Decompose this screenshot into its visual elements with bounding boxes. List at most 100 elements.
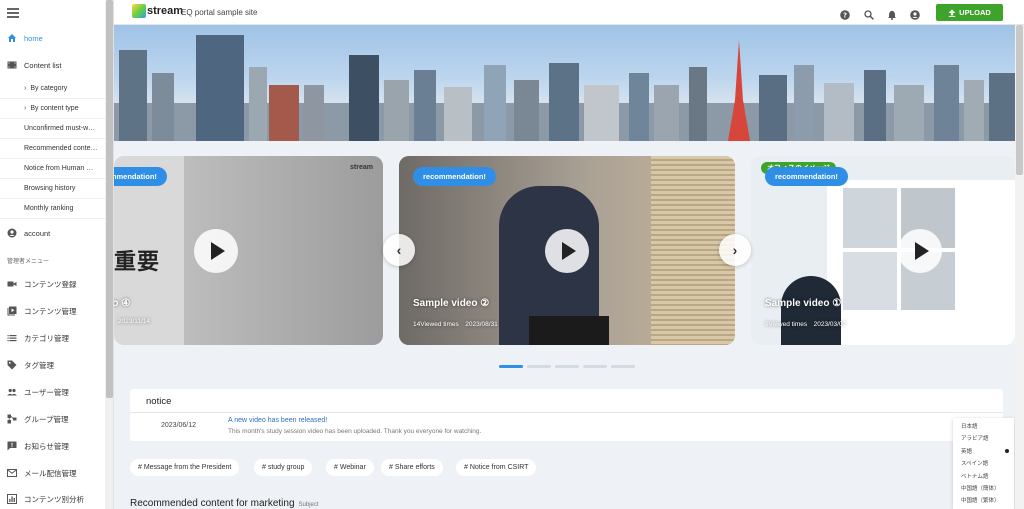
sidebar-item-label: Browsing history bbox=[24, 185, 76, 192]
pagination-dot[interactable] bbox=[527, 365, 551, 368]
search-icon[interactable] bbox=[864, 7, 874, 20]
pagination-dot[interactable] bbox=[583, 365, 607, 368]
play-button[interactable] bbox=[545, 229, 589, 273]
language-option[interactable]: 中国語（簡体） bbox=[961, 484, 1000, 492]
sidebar-item-label: Unconfirmed must-w… bbox=[24, 125, 96, 132]
account-icon bbox=[7, 228, 17, 238]
language-option[interactable]: 中国語（繁体） bbox=[961, 496, 1000, 504]
sidebar-item-label: コンテンツ別分析 bbox=[24, 494, 84, 504]
notice-date: 2023/06/12 bbox=[161, 422, 197, 429]
sidebar-item-label: By category bbox=[30, 85, 68, 92]
sidebar-item-label: account bbox=[24, 228, 51, 238]
presenter-image bbox=[781, 276, 841, 345]
group-icon bbox=[7, 414, 17, 424]
carousel-pagination bbox=[499, 365, 635, 368]
sidebar-item-label: コンテンツ管理 bbox=[24, 306, 77, 316]
chevron-right-icon: › bbox=[24, 105, 27, 112]
svg-text:?: ? bbox=[843, 12, 847, 20]
sidebar-item-by-category[interactable]: › By category bbox=[0, 79, 105, 99]
logo[interactable]: stream bbox=[132, 4, 183, 18]
sidebar-item-label: コンテンツ登録 bbox=[24, 279, 77, 289]
upload-label: UPLOAD bbox=[959, 8, 991, 17]
sidebar-scrollbar-thumb[interactable] bbox=[106, 0, 113, 398]
office-photo bbox=[843, 188, 897, 248]
pagination-dot[interactable] bbox=[499, 365, 523, 368]
city-skyline-image bbox=[114, 35, 1015, 141]
sidebar-item-content-analysis[interactable]: コンテンツ別分析 bbox=[0, 486, 105, 509]
featured-carousel: 重要 stream recommendation! Sample video ④… bbox=[114, 141, 1015, 381]
bell-icon[interactable] bbox=[887, 7, 897, 20]
language-option[interactable]: アラビア語 bbox=[961, 434, 989, 442]
upload-button[interactable]: UPLOAD bbox=[936, 4, 1003, 21]
sidebar-item-content-register[interactable]: コンテンツ登録 bbox=[0, 271, 105, 297]
chevron-right-icon: › bbox=[732, 242, 738, 258]
home-icon bbox=[7, 33, 17, 43]
sidebar-item-notice-manage[interactable]: お知らせ管理 bbox=[0, 433, 105, 459]
sidebar-item-label: ユーザー管理 bbox=[24, 387, 69, 397]
section-heading: Recommended content for marketing Subject bbox=[130, 498, 319, 509]
recommendation-badge: recommendation! bbox=[765, 167, 848, 186]
help-icon[interactable]: ? bbox=[840, 7, 850, 20]
video-meta: 2023/11/14 bbox=[118, 318, 151, 325]
page-scrollbar-thumb[interactable] bbox=[1016, 25, 1023, 175]
video-title: Sample video ② bbox=[413, 298, 490, 309]
tag-chip[interactable]: # Share efforts bbox=[381, 459, 443, 476]
sidebar-item-category-manage[interactable]: カテゴリ管理 bbox=[0, 325, 105, 351]
pagination-dot[interactable] bbox=[555, 365, 579, 368]
sidebar-item-monthly-ranking[interactable]: Monthly ranking bbox=[0, 199, 105, 219]
selected-indicator-icon bbox=[1005, 449, 1009, 453]
office-photo bbox=[843, 252, 897, 310]
carousel-prev-button[interactable]: ‹ bbox=[383, 234, 415, 266]
sidebar-item-label: タグ管理 bbox=[24, 360, 54, 370]
language-option[interactable]: ベトナム語 bbox=[961, 472, 988, 480]
video-meta: 9Viewed times 2023/03/07 bbox=[765, 321, 847, 328]
sidebar-item-group-manage[interactable]: グループ管理 bbox=[0, 406, 105, 432]
notice-link[interactable]: A new video has been released! bbox=[228, 417, 327, 424]
tag-chip[interactable]: # Message from the President bbox=[130, 459, 240, 476]
sidebar-item-user-manage[interactable]: ユーザー管理 bbox=[0, 379, 105, 405]
carousel-next-button[interactable]: › bbox=[719, 234, 751, 266]
notice-heading: notice bbox=[146, 396, 172, 407]
users-icon bbox=[7, 387, 17, 397]
video-card[interactable]: 重要 stream recommendation! Sample video ④… bbox=[114, 156, 383, 345]
tag-chip[interactable]: # study group bbox=[254, 459, 313, 476]
library-icon bbox=[7, 306, 17, 316]
notice-panel: notice 2023/06/12 A new video has been r… bbox=[130, 389, 1003, 441]
tag-chip[interactable]: # Webinar bbox=[326, 459, 374, 476]
sidebar-item-account[interactable]: account bbox=[0, 220, 105, 246]
sidebar-item-notice[interactable]: Notice from Human … bbox=[0, 159, 105, 179]
upload-icon bbox=[948, 9, 956, 17]
language-menu: 日本語 アラビア語 英語 スペイン語 ベトナム語 中国語（簡体） 中国語（繁体） bbox=[953, 418, 1014, 509]
sidebar-item-label: Notice from Human … bbox=[24, 165, 94, 172]
admin-section-heading: 管理者メニュー bbox=[7, 259, 50, 265]
account-icon[interactable] bbox=[910, 7, 920, 20]
sidebar-item-label: お知らせ管理 bbox=[24, 441, 69, 451]
pagination-dot[interactable] bbox=[611, 365, 635, 368]
tag-chip[interactable]: # Notice from CSIRT bbox=[456, 459, 537, 476]
sidebar-item-content-list[interactable]: Content list bbox=[0, 52, 105, 78]
logo-text: stream bbox=[147, 5, 184, 17]
language-option[interactable]: 日本語 bbox=[961, 422, 978, 430]
sidebar-item-recommended[interactable]: Recommended conte… bbox=[0, 139, 105, 159]
sidebar-item-mail-manage[interactable]: メール配信管理 bbox=[0, 460, 105, 486]
play-button[interactable] bbox=[194, 229, 238, 273]
sidebar-item-home[interactable]: home bbox=[0, 25, 105, 51]
language-option[interactable]: スペイン語 bbox=[961, 459, 988, 467]
mail-icon bbox=[7, 468, 17, 478]
sidebar-item-content-manage[interactable]: コンテンツ管理 bbox=[0, 298, 105, 324]
sidebar-item-by-content-type[interactable]: › By content type bbox=[0, 99, 105, 119]
sidebar-item-browsing-history[interactable]: Browsing history bbox=[0, 179, 105, 199]
recommendation-badge: recommendation! bbox=[413, 167, 496, 186]
sidebar-item-label: home bbox=[24, 33, 43, 43]
menu-icon[interactable] bbox=[7, 8, 19, 18]
video-card[interactable]: recommendation! Sample video ② 14Viewed … bbox=[399, 156, 735, 345]
hero-banner bbox=[114, 25, 1015, 141]
list-icon bbox=[7, 333, 17, 343]
language-option[interactable]: 英語 bbox=[961, 447, 972, 455]
film-icon bbox=[7, 60, 17, 70]
play-button[interactable] bbox=[898, 229, 942, 273]
sidebar-item-unconfirmed[interactable]: Unconfirmed must-w… bbox=[0, 119, 105, 139]
video-card[interactable]: オフィスのイメージ recommendation! Sample video ①… bbox=[751, 156, 1015, 345]
recommendation-badge: recommendation! bbox=[114, 167, 167, 186]
sidebar-item-tag-manage[interactable]: タグ管理 bbox=[0, 352, 105, 378]
